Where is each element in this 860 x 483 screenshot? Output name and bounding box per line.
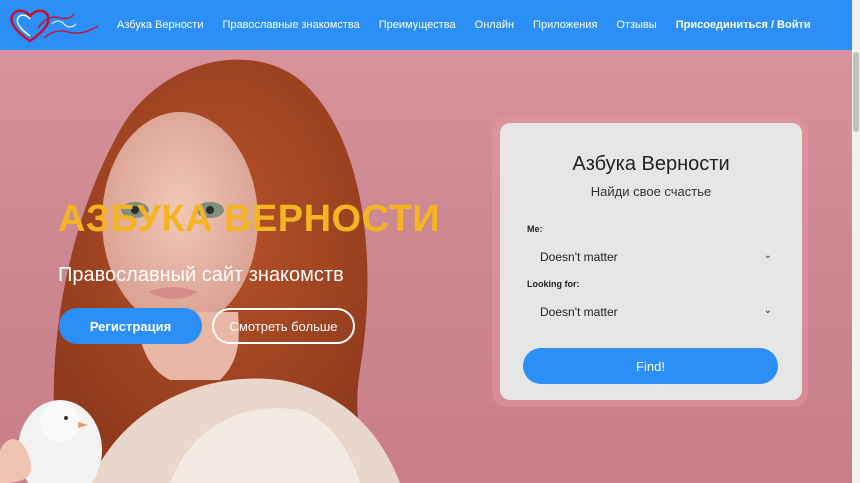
nav-link-reviews[interactable]: Отзывы xyxy=(616,19,656,31)
hero-title: АЗБУКА ВЕРНОСТИ xyxy=(58,198,441,240)
page-scrollbar[interactable] xyxy=(852,0,860,483)
nav-link-advantages[interactable]: Преимущества xyxy=(379,19,456,31)
chevron-down-icon: ⌄ xyxy=(763,305,772,316)
see-more-button[interactable]: Смотреть больше xyxy=(212,308,355,344)
me-label: Me: xyxy=(527,224,543,234)
me-select-value: Doesn't matter xyxy=(540,250,618,264)
register-button[interactable]: Регистрация xyxy=(59,308,202,344)
nav-link-online[interactable]: Онлайн xyxy=(475,19,514,31)
looking-for-select[interactable]: Doesn't matter ⌄ xyxy=(527,297,777,327)
nav-link-apps[interactable]: Приложения xyxy=(533,19,597,31)
find-button[interactable]: Find! xyxy=(523,348,778,384)
top-navbar: Азбука Верности Православные знакомства … xyxy=(0,0,860,50)
me-select[interactable]: Doesn't matter ⌄ xyxy=(527,242,777,272)
chevron-down-icon: ⌄ xyxy=(763,250,772,261)
scrollbar-thumb[interactable] xyxy=(853,52,859,132)
search-card: Азбука Верности Найди свое счастье Me: D… xyxy=(500,123,802,400)
looking-for-select-value: Doesn't matter xyxy=(540,305,618,319)
logo-icon[interactable] xyxy=(8,6,104,46)
card-title: Азбука Верности xyxy=(572,153,730,175)
nav-link-join-login[interactable]: Присоединиться / Войти xyxy=(676,19,811,31)
nav-link-home[interactable]: Азбука Верности xyxy=(117,19,204,31)
nav-link-orthodox-dating[interactable]: Православные знакомства xyxy=(223,19,360,31)
card-subtitle: Найди свое счастье xyxy=(590,184,712,199)
hero-subtitle: Православный сайт знакомств xyxy=(58,264,344,286)
looking-for-label: Looking for: xyxy=(527,279,580,289)
